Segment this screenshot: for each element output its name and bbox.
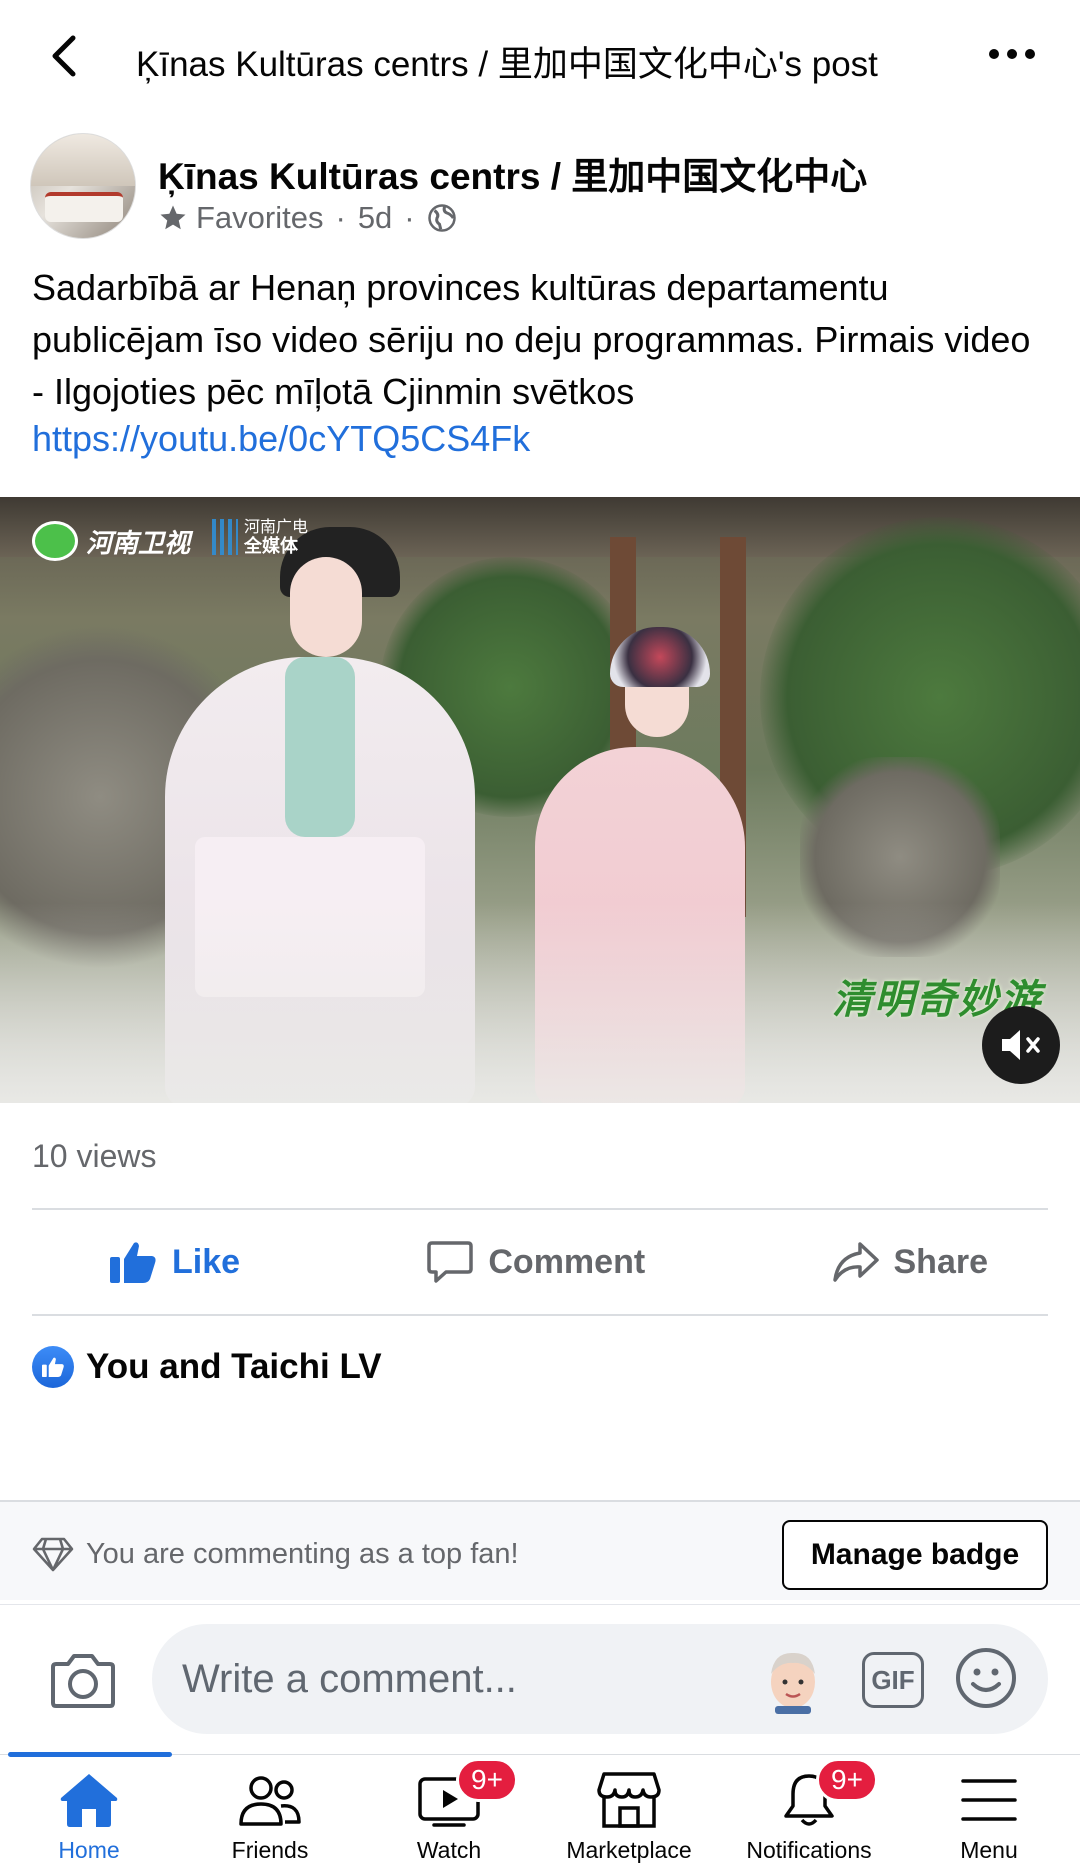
smiley-icon	[956, 1648, 1016, 1708]
notifications-badge: 9+	[816, 1758, 878, 1802]
post-time[interactable]: 5d	[358, 200, 392, 236]
meta-separator: ·	[335, 200, 346, 235]
nav-notifications[interactable]: 9+ Notifications	[724, 1758, 894, 1864]
menu-icon	[961, 1778, 1017, 1821]
page-title: Ķīnas Kultūras centrs / 里加中国文化中心's post	[136, 45, 878, 84]
more-options-button[interactable]	[982, 36, 1042, 72]
active-tab-indicator	[8, 1752, 172, 1757]
avatar-sticker-icon	[771, 1652, 815, 1714]
nav-menu[interactable]: Menu	[904, 1768, 1074, 1864]
emoji-button[interactable]	[954, 1646, 1018, 1710]
page-name-link[interactable]: Ķīnas Kultūras centrs / 里加中国文化中心	[158, 146, 867, 200]
channel-logo-icon	[32, 521, 78, 561]
page-avatar[interactable]	[30, 133, 136, 239]
like-reaction-icon	[32, 1346, 74, 1388]
diamond-icon	[32, 1537, 74, 1572]
meta-separator: ·	[404, 200, 415, 235]
more-dots-icon	[989, 49, 999, 59]
nav-watch[interactable]: 9+ Watch	[364, 1758, 534, 1864]
top-bar: Ķīnas Kultūras centrs / 里加中国文化中心's post	[0, 0, 1080, 118]
watch-badge: 9+	[456, 1758, 518, 1802]
post-actions: Like Comment Share	[32, 1210, 1048, 1314]
video-player[interactable]: 河南卫视 河南广电 全媒体 清明奇妙游	[0, 497, 1080, 1103]
back-button[interactable]	[40, 30, 88, 82]
channel-logo: 河南卫视	[32, 521, 190, 561]
comment-button[interactable]: Comment	[386, 1239, 685, 1285]
star-icon	[160, 205, 186, 230]
globe-icon	[427, 204, 456, 232]
comment-input[interactable]	[182, 1654, 742, 1704]
thumbs-up-icon	[110, 1242, 156, 1283]
post-category: Favorites	[196, 200, 324, 235]
media-logo-icon	[212, 519, 238, 555]
marketplace-icon	[597, 1771, 661, 1828]
nav-home[interactable]: Home	[4, 1768, 174, 1864]
share-arrow-icon	[832, 1242, 879, 1282]
reactions-text: You and Taichi LV	[86, 1347, 382, 1386]
nav-marketplace[interactable]: Marketplace	[544, 1768, 714, 1864]
nav-friends[interactable]: Friends	[185, 1768, 355, 1864]
camera-button[interactable]	[50, 1650, 116, 1710]
avatar-sticker-button[interactable]	[762, 1646, 824, 1714]
comment-bubble-icon	[427, 1241, 474, 1283]
like-button[interactable]: Like	[32, 1239, 280, 1285]
home-icon	[60, 1773, 118, 1827]
chevron-left-icon	[52, 35, 76, 77]
post-text: Sadarbībā ar Henaņ provinces kultūras de…	[32, 267, 1031, 412]
unmute-button[interactable]	[982, 1006, 1060, 1084]
share-button[interactable]: Share	[792, 1240, 1049, 1284]
reactions-summary[interactable]: You and Taichi LV	[32, 1346, 382, 1388]
manage-badge-button[interactable]: Manage badge	[782, 1520, 1048, 1590]
speaker-muted-icon	[1002, 1030, 1040, 1060]
divider	[32, 1314, 1048, 1316]
gif-button[interactable]: GIF	[862, 1652, 924, 1708]
post-link[interactable]: https://youtu.be/0cYTQ5CS4Fk	[32, 418, 530, 460]
media-logo: 河南广电 全媒体	[212, 519, 308, 555]
friends-icon	[239, 1775, 301, 1826]
view-count: 10 views	[32, 1138, 157, 1174]
post-meta: Favorites · 5d ·	[158, 200, 457, 236]
camera-icon	[51, 1654, 115, 1708]
top-fan-notice: You are commenting as a top fan!	[32, 1536, 519, 1572]
